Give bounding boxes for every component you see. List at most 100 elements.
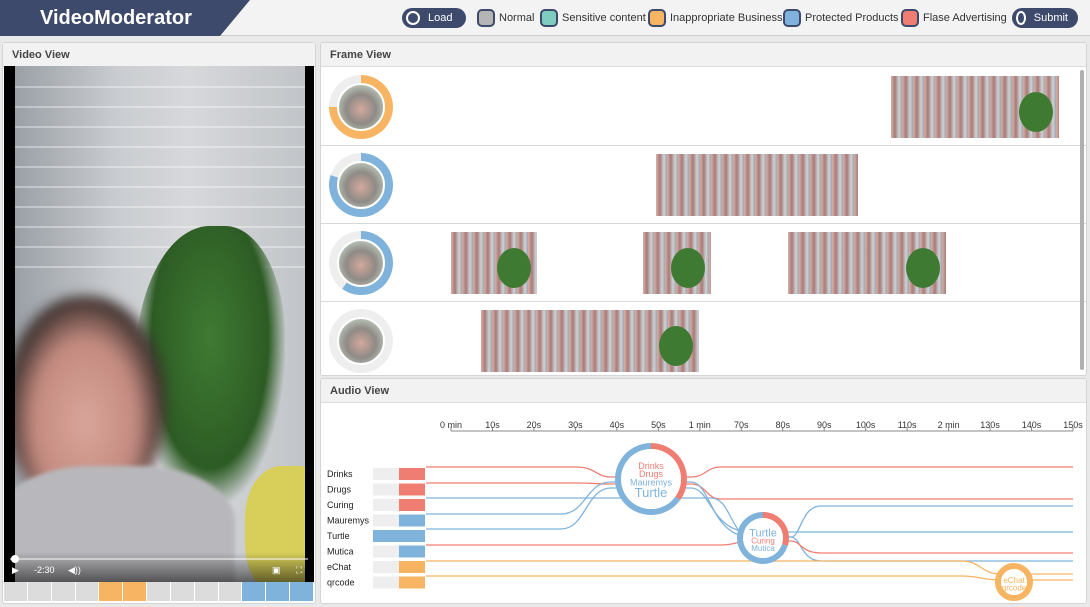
timeline-cell[interactable]	[4, 582, 27, 601]
frame-ring	[329, 231, 393, 295]
audio-view-title: Audio View	[321, 379, 1086, 403]
keyword-bar	[399, 468, 425, 480]
legend-sensitive-label: Sensitive content	[562, 12, 646, 24]
timeline-cell[interactable]	[194, 582, 218, 601]
axis-tick-label: 50s	[651, 420, 666, 430]
legend-false-ad[interactable]: Flase Advertising	[901, 8, 1007, 28]
keyword-bar-bg	[373, 576, 401, 589]
timeline-cell[interactable]	[290, 582, 313, 601]
axis-tick-label: 30s	[568, 420, 583, 430]
keyword-bar	[373, 530, 425, 542]
frame-avatar	[337, 317, 385, 365]
axis-tick-label: 90s	[817, 420, 832, 430]
keyword-flow-line	[426, 482, 1073, 500]
keyword-label: Drinks	[327, 469, 353, 479]
keyword-label: Mauremys	[327, 516, 370, 526]
keyword-label: Curing	[327, 500, 354, 510]
timeline-cell[interactable]	[27, 582, 51, 601]
frame-thumbnail[interactable]	[643, 232, 711, 294]
keyword-bar	[399, 499, 425, 511]
legend-false-ad-label: Flase Advertising	[923, 12, 1007, 24]
timeline-cell[interactable]	[170, 582, 194, 601]
timeline-cell[interactable]	[99, 582, 123, 601]
app-header: VideoModerator Load Normal Sensitive con…	[0, 0, 1090, 36]
frame-thumbnail[interactable]	[451, 232, 537, 294]
video-view-title: Video View	[3, 43, 315, 67]
keyword-label: Drugs	[327, 485, 352, 495]
keyword-label: Mutica	[327, 547, 354, 557]
app-title: VideoModerator	[40, 7, 192, 29]
keyword-flow-line	[426, 466, 1073, 478]
axis-tick-label: 2 min	[938, 420, 960, 430]
video-progress-knob[interactable]	[11, 555, 19, 563]
legend-inappropriate[interactable]: Inappropriate Business	[648, 8, 783, 28]
keyword-bar-bg	[373, 499, 401, 511]
frame-row[interactable]	[321, 68, 1086, 146]
video-controls: ▶ -2:30 ◀)) ▣ ⛶	[4, 552, 314, 582]
keyword-bar	[399, 483, 425, 496]
frame-view-panel: Frame View	[320, 42, 1087, 376]
frame-thumbnail[interactable]	[656, 154, 858, 216]
timeline-cell[interactable]	[123, 582, 147, 601]
cluster-word: Mutica	[751, 544, 775, 553]
legend-protected[interactable]: Protected Products	[783, 8, 899, 28]
keyword-label: eChat	[327, 562, 352, 572]
legend-normal[interactable]: Normal	[477, 8, 534, 28]
frame-avatar	[337, 83, 385, 131]
submit-label: Submit	[1033, 12, 1068, 24]
axis-tick-label: 0 min	[440, 420, 462, 430]
false-ad-swatch-icon	[901, 9, 919, 27]
timeline-cell[interactable]	[51, 582, 75, 601]
frame-thumbnail[interactable]	[481, 310, 699, 372]
timeline-cell[interactable]	[242, 582, 266, 601]
keyword-bar-bg	[373, 468, 401, 480]
timeline-cell[interactable]	[218, 582, 242, 601]
frame-row[interactable]	[321, 302, 1086, 375]
video-progress-bar[interactable]	[10, 558, 308, 560]
fullscreen-icon[interactable]: ⛶	[296, 565, 302, 576]
cluster-word: Turtle	[635, 485, 668, 500]
keyword-bar	[399, 576, 425, 589]
axis-tick-label: 110s	[898, 420, 917, 430]
sensitive-swatch-icon	[540, 9, 558, 27]
timeline-cell[interactable]	[75, 582, 99, 601]
frame-thumbnail[interactable]	[891, 76, 1059, 138]
legend-sensitive[interactable]: Sensitive content	[540, 8, 646, 28]
app-brand: VideoModerator	[0, 0, 250, 36]
pip-icon[interactable]: ▣	[272, 565, 281, 576]
video-category-timeline	[4, 582, 314, 601]
axis-tick-label: 100s	[856, 420, 876, 430]
frame-avatar	[337, 239, 385, 287]
axis-tick-label: 130s	[980, 420, 1000, 430]
axis-tick-label: 10s	[485, 420, 500, 430]
frame-row[interactable]	[321, 146, 1086, 224]
axis-tick-label: 20s	[527, 420, 542, 430]
timeline-cell[interactable]	[266, 582, 290, 601]
legend-inappropriate-label: Inappropriate Business	[670, 12, 783, 24]
keyword-bar-bg	[373, 483, 401, 496]
frame-view-scrollbar[interactable]	[1080, 70, 1084, 370]
submit-button[interactable]: Submit	[1012, 8, 1078, 28]
keyword-bar-bg	[373, 545, 401, 558]
frame-row[interactable]	[321, 224, 1086, 302]
audio-keyword-flow[interactable]: 0 min 10s 20s 30s 40s 50s 1 min 70s 80s 90s 100s 11…	[321, 404, 1086, 604]
video-frame	[15, 66, 305, 582]
load-button[interactable]: Load	[402, 8, 466, 28]
axis-tick-label: 140s	[1022, 420, 1042, 430]
video-player[interactable]: ▶ -2:30 ◀)) ▣ ⛶	[4, 66, 314, 582]
keyword-label: qrcode	[327, 578, 355, 588]
audio-view-panel: Audio View 0 min 10s 20s 30s 40s 50s 1 min 70s 8…	[320, 378, 1087, 604]
axis-tick-label: 70s	[734, 420, 749, 430]
keyword-flow-line	[426, 560, 1073, 575]
frame-avatar	[337, 161, 385, 209]
volume-icon[interactable]: ◀))	[68, 565, 81, 576]
keyword-label: Turtle	[327, 531, 350, 541]
legend-protected-label: Protected Products	[805, 12, 899, 24]
keyword-bar-bg	[373, 514, 401, 527]
keyword-bar	[399, 545, 425, 558]
frame-thumbnail[interactable]	[788, 232, 946, 294]
keyword-flow-line	[426, 575, 1073, 581]
play-icon[interactable]: ▶	[12, 565, 19, 576]
check-circle-icon	[1016, 11, 1026, 25]
timeline-cell[interactable]	[147, 582, 170, 601]
